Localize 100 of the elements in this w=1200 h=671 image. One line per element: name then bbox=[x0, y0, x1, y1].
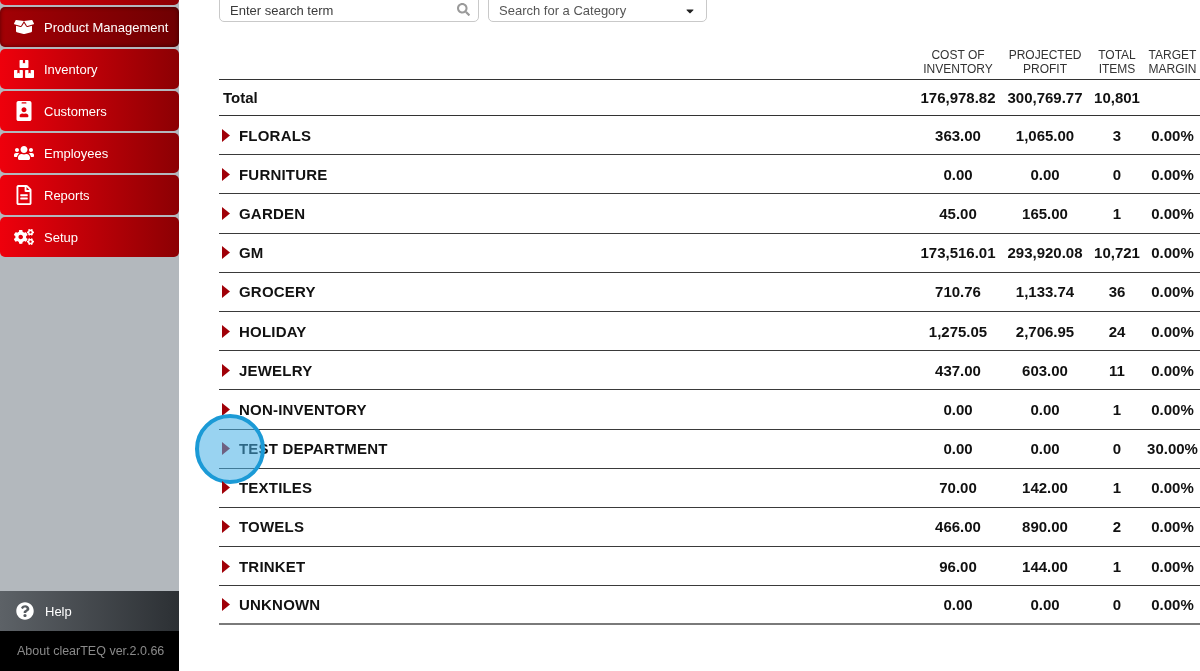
table-cell-text: 142.00 bbox=[1021, 479, 1069, 497]
table-cell-text: 2 bbox=[1111, 518, 1123, 536]
sidebar-item[interactable]: Setup bbox=[0, 217, 179, 257]
table-cell-text: 603.00 bbox=[1021, 361, 1069, 379]
table-cell-text: 0 bbox=[1111, 440, 1123, 458]
id-badge-icon bbox=[14, 101, 34, 121]
help-icon bbox=[16, 602, 34, 620]
table-cell-text: 0.00% bbox=[1150, 557, 1195, 575]
table-cell-text: 96.00 bbox=[938, 557, 978, 575]
sidebar-item[interactable]: Product Management bbox=[0, 7, 179, 47]
table-cell-text: 1 bbox=[1111, 204, 1123, 222]
search-icon bbox=[457, 3, 470, 16]
table-cell-text: 30.00% bbox=[1146, 440, 1199, 458]
table-cell-text: 1,133.74 bbox=[1014, 283, 1076, 301]
table-cell-text: 1 bbox=[1111, 557, 1123, 575]
caret-right-icon[interactable] bbox=[222, 246, 230, 260]
version-text: About clearTEQ ver.2.0.66 bbox=[17, 644, 165, 658]
department-name: FURNITURE bbox=[239, 165, 328, 183]
column-header: TOTAL ITEMS bbox=[1097, 48, 1137, 76]
help-button[interactable]: Help bbox=[0, 591, 179, 631]
table-cell-text: 144.00 bbox=[1021, 557, 1069, 575]
caret-right-icon[interactable] bbox=[222, 128, 230, 142]
column-header: COST OF INVENTORY bbox=[922, 48, 994, 76]
department-name: NON-INVENTORY bbox=[239, 400, 367, 418]
total-value: 176,978.82 bbox=[920, 89, 996, 106]
people-icon bbox=[14, 143, 34, 163]
table-cell-text: 165.00 bbox=[1021, 204, 1069, 222]
table-cell-text: 0.00% bbox=[1150, 165, 1195, 183]
table-cell-text: 0.00 bbox=[1029, 440, 1061, 458]
table-cell-text: 0.00% bbox=[1150, 361, 1195, 379]
caret-right-icon[interactable] bbox=[222, 285, 230, 299]
table-cell-text: 363.00 bbox=[934, 126, 982, 144]
document-icon bbox=[14, 185, 34, 205]
table-cell-text: 0.00 bbox=[1029, 596, 1061, 614]
table-cell-text: 0.00 bbox=[942, 596, 974, 614]
sidebar-item[interactable]: Inventory bbox=[0, 49, 179, 89]
table-cell-text: 0.00 bbox=[942, 400, 974, 418]
table-cell-text: 2,706.95 bbox=[1014, 322, 1076, 340]
table-cell-text: 1 bbox=[1111, 479, 1123, 497]
table-cell-text: 437.00 bbox=[934, 361, 982, 379]
table-cell-text: 24 bbox=[1107, 322, 1127, 340]
department-name: HOLIDAY bbox=[239, 322, 307, 340]
table-cell-text: 0.00% bbox=[1150, 518, 1195, 536]
table-cell-text: 36 bbox=[1107, 283, 1127, 301]
department-name: FLORALS bbox=[239, 126, 312, 144]
caret-right-icon[interactable] bbox=[222, 442, 230, 456]
sidebar-item[interactable]: Customers bbox=[0, 91, 179, 131]
sidebar-item[interactable]: Reports bbox=[0, 175, 179, 215]
table-cell-text: 45.00 bbox=[938, 204, 978, 222]
department-name: TEXTILES bbox=[239, 479, 313, 497]
table-cell-text: 70.00 bbox=[938, 479, 978, 497]
table-cell-text: 890.00 bbox=[1021, 518, 1069, 536]
boxes-icon bbox=[14, 59, 34, 79]
gear-icon bbox=[14, 227, 34, 247]
caret-right-icon[interactable] bbox=[222, 402, 230, 416]
table-cell-text: 710.76 bbox=[934, 283, 982, 301]
table-cell-text: 0.00 bbox=[1029, 400, 1061, 418]
table-cell-text: 0.00% bbox=[1150, 283, 1195, 301]
table-cell-text: 0.00% bbox=[1150, 596, 1195, 614]
total-value: 10,801 bbox=[1094, 89, 1140, 106]
category-select[interactable]: Search for a Category bbox=[488, 0, 707, 22]
caret-right-icon[interactable] bbox=[222, 167, 230, 181]
caret-right-icon[interactable] bbox=[222, 481, 230, 495]
caret-right-icon[interactable] bbox=[222, 520, 230, 534]
department-name: GROCERY bbox=[239, 283, 316, 301]
department-name: GARDEN bbox=[239, 204, 306, 222]
department-name: TOWELS bbox=[239, 518, 305, 536]
caret-right-icon[interactable] bbox=[222, 324, 230, 338]
caret-right-icon[interactable] bbox=[222, 206, 230, 220]
table-cell-text: 0.00 bbox=[942, 440, 974, 458]
department-name: TRINKET bbox=[239, 557, 306, 575]
table-cell-text: 0.00% bbox=[1150, 204, 1195, 222]
table-cell-text: 466.00 bbox=[934, 518, 982, 536]
table-cell-text: 11 bbox=[1108, 361, 1126, 379]
caret-right-icon[interactable] bbox=[222, 559, 230, 573]
caret-right-icon[interactable] bbox=[222, 363, 230, 377]
table-cell-text: 0.00% bbox=[1150, 400, 1195, 418]
search-field[interactable]: Enter search term bbox=[219, 0, 479, 22]
caret-right-icon[interactable] bbox=[222, 598, 230, 612]
table-cell-text: 173,516.01 bbox=[919, 244, 997, 262]
table-cell-text: 3 bbox=[1111, 126, 1123, 144]
department-name: UNKNOWN bbox=[239, 596, 321, 614]
table-cell-text: 0 bbox=[1111, 596, 1123, 614]
table-cell-text: 0.00% bbox=[1150, 126, 1195, 144]
sidebar-item[interactable]: Employees bbox=[0, 133, 179, 173]
table-cell-text: 10,721 bbox=[1093, 244, 1141, 262]
table-cell-text: 0 bbox=[1111, 165, 1123, 183]
table-cell-text: 0.00% bbox=[1150, 322, 1195, 340]
box-icon bbox=[14, 17, 34, 37]
table-cell-text: 293,920.08 bbox=[1006, 244, 1084, 262]
department-name: JEWELRY bbox=[239, 361, 313, 379]
column-header: PROJECTED PROFIT bbox=[1007, 48, 1083, 76]
table-cell-text: 0.00% bbox=[1150, 244, 1195, 262]
table-cell-text: 1,065.00 bbox=[1014, 126, 1076, 144]
total-label: Total bbox=[222, 89, 258, 106]
table-cell-text: 1 bbox=[1111, 400, 1123, 418]
department-name: GM bbox=[239, 244, 264, 262]
total-value: 300,769.77 bbox=[1007, 89, 1083, 106]
table-cell-text: 0.00 bbox=[942, 165, 974, 183]
table-cell-text: 0.00 bbox=[1029, 165, 1061, 183]
